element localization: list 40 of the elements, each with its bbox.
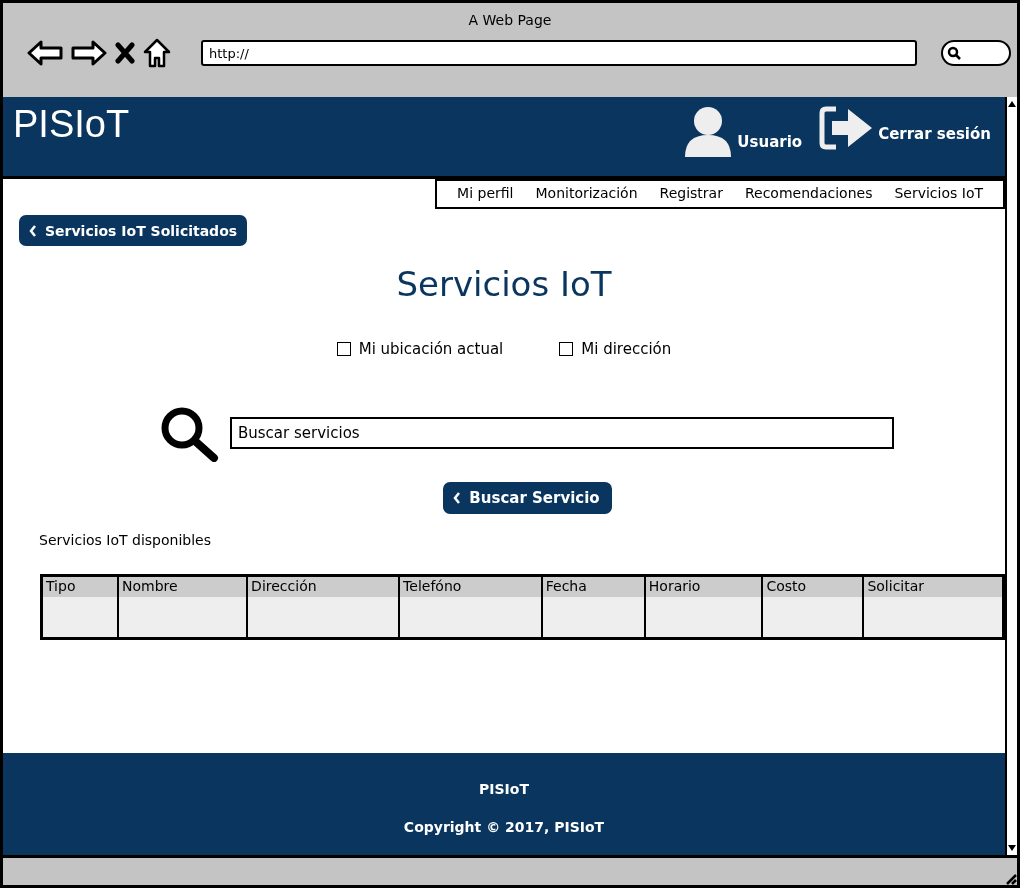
forward-icon[interactable] — [71, 40, 107, 66]
table-caption: Servicios IoT disponibles — [39, 532, 212, 548]
checkbox[interactable] — [559, 342, 574, 356]
column-header: Telefóno — [399, 575, 542, 597]
user-link[interactable]: Usuario — [683, 105, 803, 159]
column-header: Tipo — [41, 575, 118, 597]
page-title: Servicios IoT — [395, 264, 613, 304]
column-header: Solicitar — [863, 575, 1004, 597]
home-icon[interactable] — [143, 38, 171, 68]
logout-link[interactable]: Cerrar sesión — [818, 105, 991, 151]
column-header: Nombre — [118, 575, 248, 597]
back-icon[interactable] — [27, 40, 63, 66]
column-header: Fecha — [541, 575, 645, 597]
column-header: Horario — [644, 575, 763, 597]
scroll-up-icon[interactable] — [1008, 101, 1016, 107]
scroll-down-icon[interactable] — [1008, 845, 1016, 851]
nav-link[interactable]: Mi perfil — [457, 185, 514, 201]
url-field[interactable]: http:// — [201, 40, 917, 66]
nav-link[interactable]: Recomendaciones — [744, 185, 873, 201]
chevron-left-icon — [453, 492, 462, 504]
copyright-text: Copyright © 2017, PISIoT — [403, 819, 605, 835]
footer-title: PISIoT — [479, 781, 529, 797]
search-field[interactable]: Buscar servicios — [230, 417, 894, 449]
nav-link[interactable]: Registrar — [659, 185, 723, 201]
checkbox-label: Mi dirección — [581, 340, 672, 358]
search-button[interactable]: Buscar Servicio — [443, 482, 612, 514]
browser-search-field[interactable] — [941, 40, 1011, 66]
search-icon — [947, 46, 961, 60]
checkbox-label: Mi ubicación actual — [358, 340, 504, 358]
chevron-left-icon — [29, 224, 37, 237]
window-title: A Web Page — [467, 11, 553, 30]
checkbox[interactable] — [336, 342, 351, 356]
stop-icon[interactable] — [115, 42, 135, 64]
column-header: Dirección — [247, 575, 400, 597]
nav-link[interactable]: Servicios IoT — [894, 185, 983, 201]
back-button[interactable]: Servicios IoT Solicitados — [19, 215, 248, 246]
logo[interactable]: PISIoT — [13, 103, 668, 146]
nav-link[interactable]: Monitorización — [535, 185, 638, 201]
user-icon — [683, 105, 734, 159]
column-header: Costo — [762, 575, 864, 597]
